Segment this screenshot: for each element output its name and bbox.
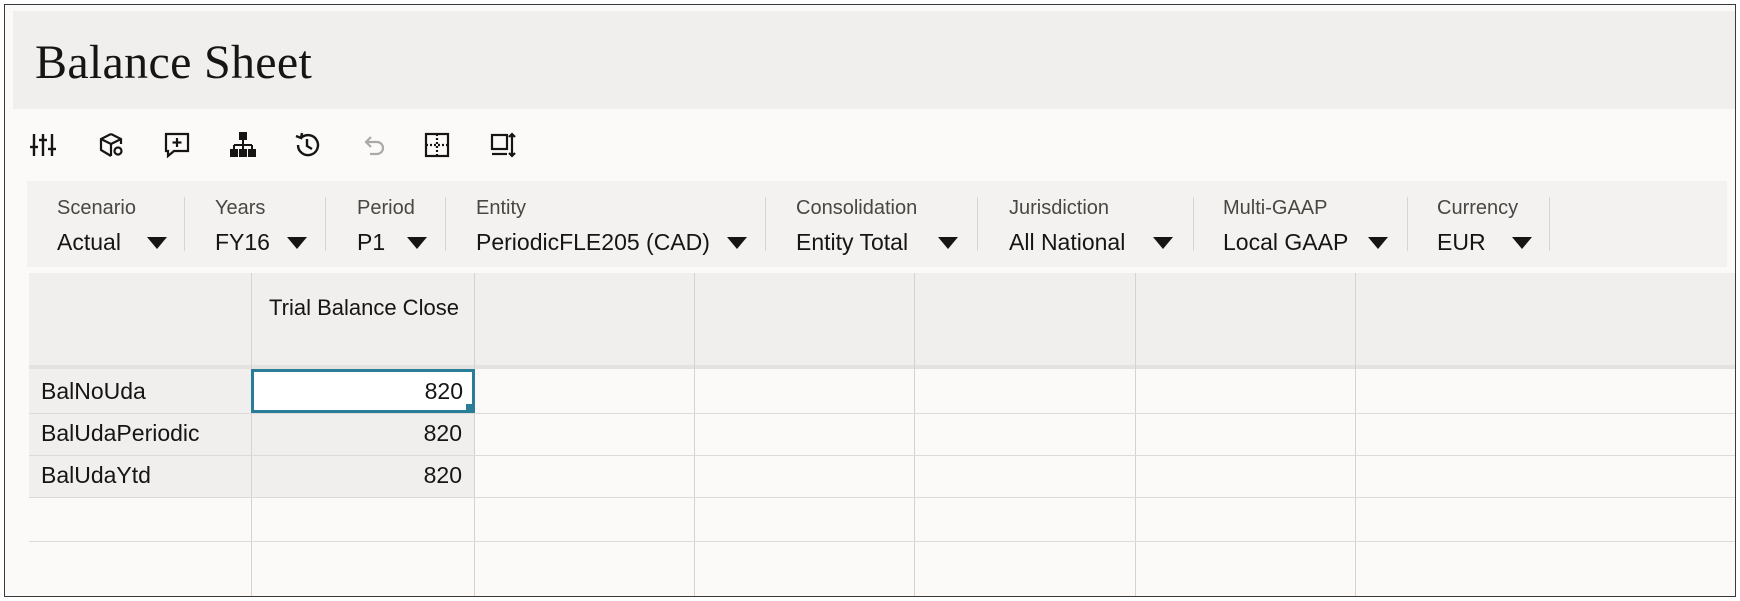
pov-value: PeriodicFLE205 (CAD) (476, 229, 710, 255)
data-grid: Trial Balance Close BalNoUda BalUdaPerio… (29, 273, 1735, 596)
row-header[interactable]: BalNoUda (29, 369, 251, 413)
row-header[interactable]: BalUdaYtd (29, 453, 251, 497)
chevron-down-icon[interactable] (147, 237, 167, 249)
grid-line (29, 497, 1735, 498)
pov-label: Currency (1437, 197, 1519, 219)
pov-label: Period (357, 197, 415, 219)
chevron-down-icon[interactable] (1512, 237, 1532, 249)
data-cell[interactable]: 820 (251, 411, 474, 455)
pov-entity[interactable]: Entity PeriodicFLE205 (CAD) (476, 181, 776, 267)
data-cell-selected[interactable]: 820 (251, 369, 475, 413)
chevron-down-icon[interactable] (407, 237, 427, 249)
grid-cell-button[interactable] (417, 125, 457, 165)
chevron-down-icon[interactable] (287, 237, 307, 249)
pov-consolidation[interactable]: Consolidation Entity Total (796, 181, 996, 267)
pov-label: Consolidation (796, 197, 918, 219)
divider (977, 197, 978, 251)
grid-cell-icon (424, 132, 450, 158)
pov-value: P1 (357, 229, 386, 255)
chevron-down-icon[interactable] (1153, 237, 1173, 249)
grid-line (29, 413, 1735, 414)
grid-line (474, 273, 475, 596)
history-button[interactable] (287, 125, 327, 165)
grid-line (914, 273, 915, 596)
column-insert-button[interactable] (483, 125, 523, 165)
pov-jurisdiction[interactable]: Jurisdiction All National (1009, 181, 1209, 267)
divider (1407, 197, 1408, 251)
page-title: Balance Sheet (35, 36, 313, 89)
add-comment-icon (164, 132, 190, 159)
pov-label: Entity (476, 197, 527, 219)
divider (445, 197, 446, 251)
actions-button[interactable] (91, 125, 131, 165)
fill-handle[interactable] (466, 404, 475, 413)
hierarchy-icon (230, 132, 256, 157)
cube-settings-icon (99, 133, 123, 157)
chevron-down-icon[interactable] (938, 237, 958, 249)
divider (1193, 197, 1194, 251)
pov-multi-gaap[interactable]: Multi-GAAP Local GAAP (1223, 181, 1423, 267)
data-cell[interactable]: 820 (251, 453, 474, 497)
pov-value: Entity Total (796, 229, 909, 255)
column-insert-icon (490, 132, 516, 158)
divider (325, 197, 326, 251)
undo-button[interactable] (353, 125, 393, 165)
adjust-button[interactable] (23, 125, 63, 165)
grid-line (251, 273, 252, 596)
grid-line (1135, 273, 1136, 596)
divider (184, 197, 185, 251)
pov-bar: Scenario Actual Years FY16 Period P1 Ent… (27, 181, 1727, 267)
add-comment-button[interactable] (157, 125, 197, 165)
pov-currency[interactable]: Currency EUR (1437, 181, 1567, 267)
undo-icon (364, 136, 385, 156)
column-header[interactable]: Trial Balance Close (251, 273, 475, 365)
grid-line (29, 541, 1735, 542)
grid-line (29, 455, 1735, 456)
pov-label: Years (215, 197, 266, 219)
chevron-down-icon[interactable] (727, 237, 747, 249)
pov-value: Actual (57, 229, 121, 255)
divider (1549, 197, 1550, 251)
hierarchy-button[interactable] (223, 125, 263, 165)
pov-value: EUR (1437, 229, 1486, 255)
adjust-sliders-icon (30, 134, 56, 156)
pov-label: Jurisdiction (1009, 197, 1110, 219)
cell-value: 820 (424, 378, 463, 404)
pov-value: Local GAAP (1223, 229, 1349, 255)
grid-line (694, 273, 695, 596)
title-bar: Balance Sheet (13, 11, 1735, 109)
history-icon (295, 132, 320, 157)
pov-label: Multi-GAAP (1223, 197, 1328, 219)
grid-line (1355, 273, 1356, 596)
pov-label: Scenario (57, 197, 136, 219)
row-header[interactable]: BalUdaPeriodic (29, 411, 251, 455)
chevron-down-icon[interactable] (1368, 237, 1388, 249)
divider (765, 197, 766, 251)
pov-value: FY16 (215, 229, 270, 255)
form-window: Balance Sheet Scenario Actual Years FY16… (4, 4, 1736, 597)
pov-period[interactable]: Period P1 (357, 181, 467, 267)
pov-value: All National (1009, 229, 1126, 255)
